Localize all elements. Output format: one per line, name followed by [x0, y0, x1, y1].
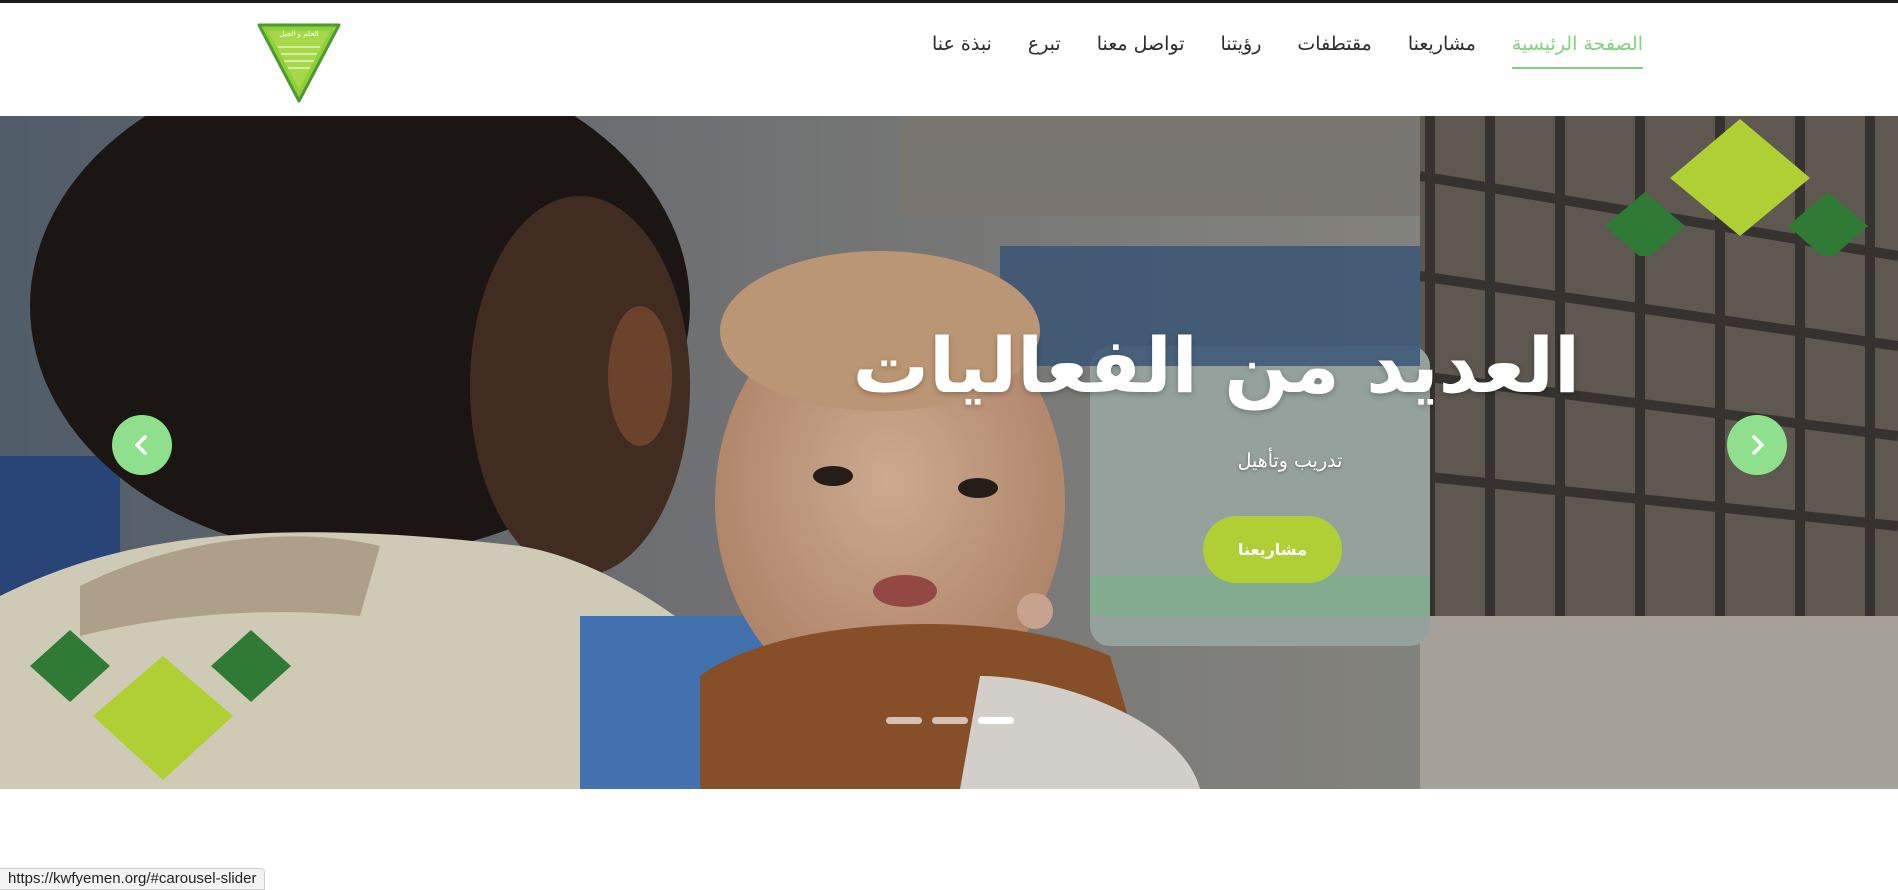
- nav-projects[interactable]: مشاريعنا: [1408, 33, 1476, 69]
- carousel-dot-3[interactable]: [978, 717, 1014, 724]
- logo-text: الحلم و الجيل: [279, 30, 318, 38]
- chevron-right-icon: [1752, 435, 1764, 455]
- decor-diamonds-top: [1605, 119, 1868, 256]
- carousel-prev-button[interactable]: [112, 415, 172, 475]
- hero-title: العديد من الفعاليات: [852, 321, 1580, 410]
- nav-home[interactable]: الصفحة الرئيسية: [1511, 33, 1644, 69]
- chevron-left-icon: [135, 435, 147, 455]
- carousel-next-button[interactable]: [1727, 415, 1787, 475]
- status-bar-url: https://kwfyemen.org/#carousel-slider: [0, 868, 266, 890]
- site-header: الحلم و الجيل الصفحة الرئيسية مشاريعنا م…: [0, 3, 1898, 116]
- decor-diamonds-bottom: [30, 630, 291, 780]
- carousel-dot-2[interactable]: [932, 717, 968, 724]
- nav-contact[interactable]: تواصل معنا: [1097, 33, 1185, 69]
- carousel-indicators: [886, 717, 1014, 724]
- main-nav: الصفحة الرئيسية مشاريعنا مقتطفات رؤيتنا …: [932, 33, 1644, 69]
- nav-excerpts[interactable]: مقتطفات: [1297, 33, 1371, 69]
- hero-carousel: العديد من الفعاليات تدريب وتأهيل مشاريعن…: [0, 116, 1898, 789]
- site-logo[interactable]: الحلم و الجيل: [256, 21, 342, 103]
- projects-button[interactable]: مشاريعنا: [1203, 516, 1342, 583]
- nav-vision[interactable]: رؤيتنا: [1221, 33, 1262, 69]
- hero-subtitle: تدريب وتأهيل: [1237, 450, 1343, 472]
- nav-about[interactable]: نبذة عنا: [932, 33, 992, 69]
- nav-donate[interactable]: تبرع: [1028, 33, 1061, 69]
- carousel-dot-1[interactable]: [886, 717, 922, 724]
